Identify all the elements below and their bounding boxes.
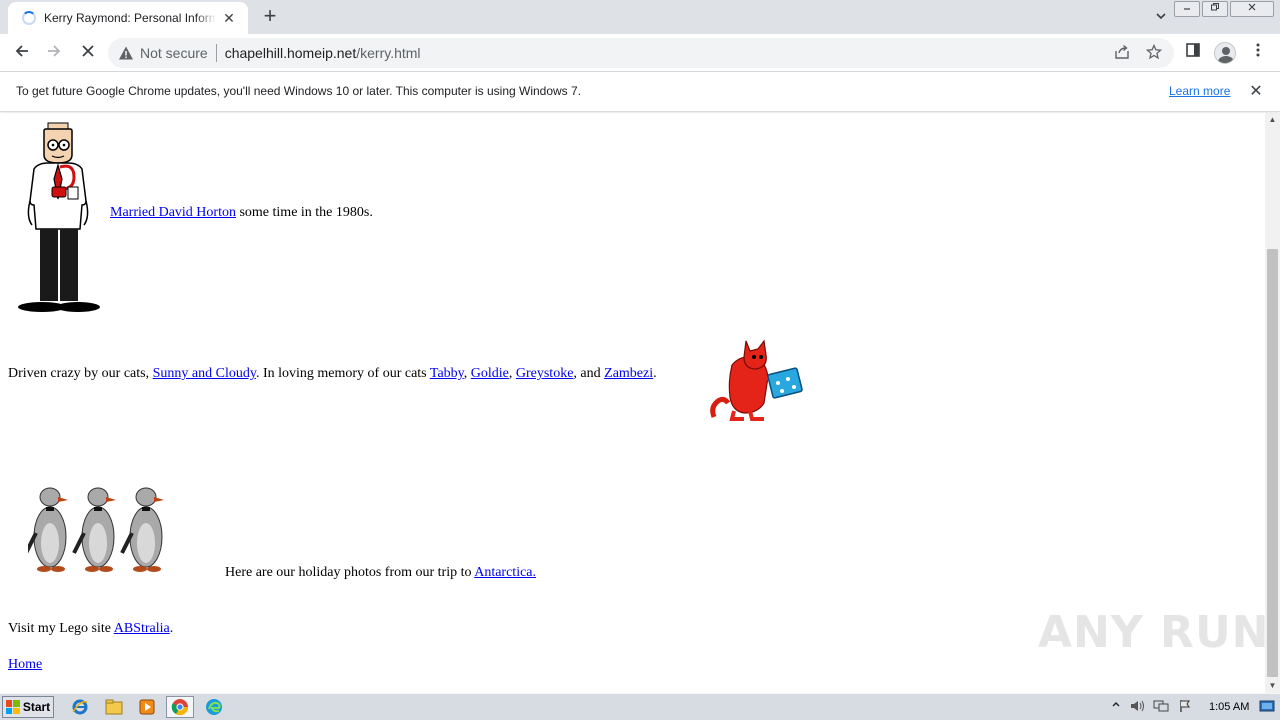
loading-spinner-icon xyxy=(22,11,36,25)
tab-title: Kerry Raymond: Personal Information xyxy=(44,11,216,25)
tab-close-icon[interactable]: ✕ xyxy=(220,10,238,27)
internet-explorer-icon[interactable] xyxy=(66,696,94,718)
edge-icon[interactable] xyxy=(200,696,228,718)
antarctica-link[interactable]: Antarctica. xyxy=(474,565,536,580)
start-label: Start xyxy=(22,700,51,714)
action-center-flag-icon[interactable] xyxy=(1177,699,1193,715)
file-explorer-icon[interactable] xyxy=(100,696,128,718)
minimize-button[interactable] xyxy=(1174,1,1200,17)
greystoke-link[interactable]: Greystoke xyxy=(516,366,574,381)
not-secure-label: Not secure xyxy=(140,45,208,61)
zambezi-link[interactable]: Zambezi xyxy=(604,366,653,381)
page-scrollbar[interactable]: ▲ ▼ xyxy=(1265,113,1280,693)
windows-logo-icon xyxy=(5,700,20,714)
taskbar-clock[interactable]: 1:05 AM xyxy=(1209,701,1249,713)
profile-avatar-icon[interactable] xyxy=(1214,42,1236,64)
volume-icon[interactable] xyxy=(1129,699,1145,715)
tab-strip: Kerry Raymond: Personal Information ✕ + xyxy=(0,0,1280,34)
chrome-taskbar-icon[interactable] xyxy=(166,696,194,718)
holiday-line: Here are our holiday photos from our tri… xyxy=(225,565,536,581)
penguins-image xyxy=(28,487,164,572)
omnibox-divider xyxy=(215,44,217,62)
tab-search-chevron-icon[interactable] xyxy=(1150,6,1172,28)
show-desktop-icon[interactable] xyxy=(1259,699,1275,715)
stop-loading-button[interactable] xyxy=(75,40,101,66)
browser-toolbar: Not secure chapelhill.homeip.net/kerry.h… xyxy=(0,34,1280,72)
lego-suffix: . xyxy=(169,621,174,636)
cats-middle: . In loving memory of our cats xyxy=(255,366,430,381)
married-text: some time in the 1980s. xyxy=(235,205,373,220)
avatar xyxy=(1214,42,1236,64)
home-line: Home xyxy=(8,657,42,673)
new-tab-button[interactable]: + xyxy=(258,5,282,29)
back-button[interactable] xyxy=(9,40,35,66)
anyrun-watermark: ANY RUN xyxy=(1038,607,1270,658)
menu-dots-icon[interactable] xyxy=(1247,42,1269,64)
side-panel-icon[interactable] xyxy=(1182,42,1204,64)
cats-sep1: , xyxy=(463,366,471,381)
windows-taskbar: Start 1:05 AM xyxy=(0,693,1280,720)
learn-more-link[interactable]: Learn more xyxy=(1169,84,1230,98)
cats-sep2: , xyxy=(508,366,516,381)
url-path: /kerry.html xyxy=(356,45,421,61)
forward-button[interactable] xyxy=(41,40,67,66)
tabby-link[interactable]: Tabby xyxy=(430,366,464,381)
show-hidden-icons-icon[interactable] xyxy=(1108,699,1124,715)
scroll-up-arrow-icon[interactable]: ▲ xyxy=(1265,113,1280,127)
network-icon[interactable] xyxy=(1153,699,1169,715)
start-button[interactable]: Start xyxy=(2,696,54,718)
lego-text: Visit my Lego site xyxy=(8,621,114,636)
close-window-button[interactable] xyxy=(1230,1,1274,17)
cats-sep3: , and xyxy=(573,366,605,381)
page-viewport: Married David Horton some time in the 19… xyxy=(0,113,1265,693)
window-controls xyxy=(1172,1,1274,17)
infobar-close-icon[interactable]: ✕ xyxy=(1247,81,1265,101)
scroll-thumb[interactable] xyxy=(1267,249,1278,677)
scroll-down-arrow-icon[interactable]: ▼ xyxy=(1265,679,1280,693)
cats-suffix: . xyxy=(653,366,657,381)
active-tab[interactable]: Kerry Raymond: Personal Information ✕ xyxy=(8,2,248,34)
goldie-link[interactable]: Goldie xyxy=(471,366,509,381)
abstralia-link[interactable]: ABStralia xyxy=(114,621,170,636)
lego-line: Visit my Lego site ABStralia. xyxy=(8,621,173,637)
update-infobar: To get future Google Chrome updates, you… xyxy=(0,72,1280,112)
cats-prefix: Driven crazy by our cats, xyxy=(8,366,153,381)
holiday-text: Here are our holiday photos from our tri… xyxy=(225,565,475,580)
cats-line: Driven crazy by our cats, Sunny and Clou… xyxy=(8,366,657,382)
restore-button[interactable] xyxy=(1202,1,1228,17)
married-line: Married David Horton some time in the 19… xyxy=(110,205,373,221)
cartoon-man-image xyxy=(18,122,100,312)
home-link[interactable]: Home xyxy=(8,657,42,672)
share-icon[interactable] xyxy=(1112,44,1132,64)
warning-icon[interactable] xyxy=(118,45,134,61)
sunny-and-cloudy-link[interactable]: Sunny and Cloudy xyxy=(153,366,256,381)
address-bar[interactable]: Not secure chapelhill.homeip.net/kerry.h… xyxy=(108,38,1174,68)
married-david-horton-link[interactable]: Married David Horton xyxy=(110,205,236,220)
url-host: chapelhill.homeip.net xyxy=(224,45,357,61)
red-cat-image xyxy=(710,339,803,421)
bookmark-star-icon[interactable] xyxy=(1144,43,1164,64)
media-player-icon[interactable] xyxy=(133,696,161,718)
infobar-message: To get future Google Chrome updates, you… xyxy=(16,84,582,98)
